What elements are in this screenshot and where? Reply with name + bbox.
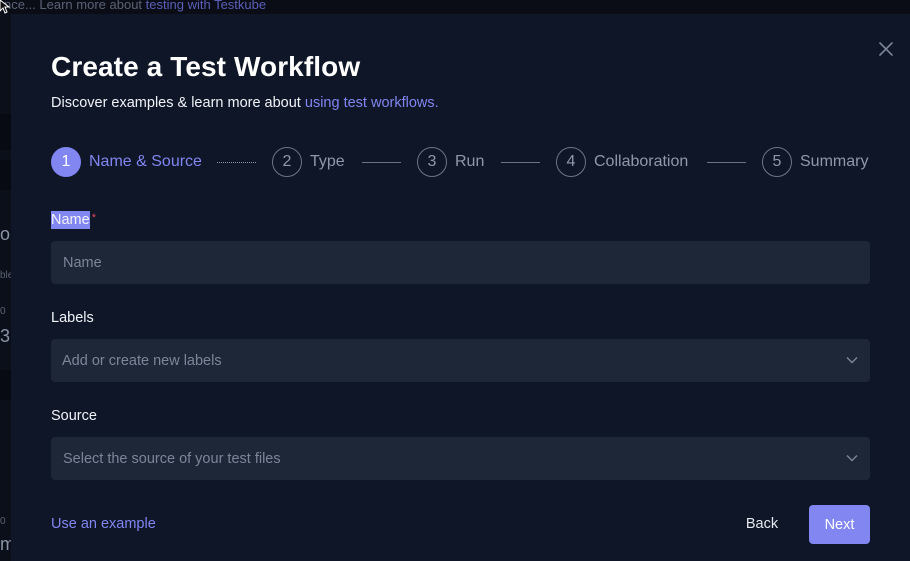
step-number: 4	[556, 147, 586, 177]
step-collaboration[interactable]: 4 Collaboration	[556, 146, 688, 178]
name-input-placeholder: Name	[63, 254, 102, 271]
background-fragment: m	[0, 534, 11, 554]
background-banner-text: nce... Learn more about testing with Tes…	[0, 0, 910, 14]
labels-label: Labels	[51, 310, 94, 326]
required-mark: *	[91, 212, 96, 224]
background-fragment: 3.	[0, 326, 11, 346]
next-button[interactable]: Next	[809, 505, 870, 544]
background-page-fragment: o ble 0 3. 0 m	[0, 14, 11, 561]
background-band	[0, 160, 11, 190]
step-number: 1	[51, 147, 81, 177]
step-label: Collaboration	[594, 153, 689, 170]
step-summary[interactable]: 5 Summary	[762, 146, 868, 178]
docs-link[interactable]: using test workflows.	[305, 95, 439, 111]
step-run[interactable]: 3 Run	[417, 146, 484, 178]
modal-title: Create a Test Workflow	[51, 51, 361, 82]
back-button[interactable]: Back	[732, 505, 792, 543]
labels-select-placeholder: Add or create new labels	[62, 352, 222, 369]
source-label: Source	[51, 408, 97, 424]
create-workflow-modal: Create a Test Workflow Discover examples…	[11, 14, 910, 561]
step-type[interactable]: 2 Type	[272, 146, 345, 178]
step-label: Run	[455, 153, 485, 170]
chevron-down-icon	[846, 455, 858, 462]
step-connector	[217, 162, 256, 163]
labels-select[interactable]: Add or create new labels	[51, 339, 870, 382]
mouse-cursor-icon	[0, 0, 10, 14]
step-label: Type	[310, 153, 345, 170]
close-icon[interactable]	[877, 40, 895, 58]
name-label-text: Name	[51, 211, 90, 229]
modal-subtitle: Discover examples & learn more about usi…	[51, 95, 439, 111]
background-banner-link[interactable]: testing with Testkube	[146, 0, 266, 12]
source-select[interactable]: Select the source of your test files	[51, 437, 870, 480]
step-label: Summary	[800, 153, 869, 170]
background-banner-prefix: nce... Learn more about	[4, 0, 146, 12]
background-fragment: 0	[0, 306, 6, 317]
step-connector	[501, 162, 540, 163]
source-select-placeholder: Select the source of your test files	[63, 450, 281, 467]
step-connector	[362, 162, 401, 163]
step-number: 3	[417, 147, 447, 177]
step-number: 5	[762, 147, 792, 177]
background-fragment: 0	[0, 516, 6, 527]
chevron-down-icon	[846, 357, 858, 364]
subtitle-text: Discover examples & learn more about	[51, 95, 305, 111]
name-label: Name *	[51, 211, 96, 229]
background-fragment: ble	[0, 270, 11, 281]
step-number: 2	[272, 147, 302, 177]
background-band	[0, 370, 11, 400]
background-fragment: o	[0, 224, 11, 244]
step-label: Name & Source	[89, 153, 202, 170]
use-example-link[interactable]: Use an example	[51, 516, 156, 532]
step-name-source[interactable]: 1 Name & Source	[51, 146, 202, 178]
step-connector	[707, 162, 746, 163]
name-input[interactable]: Name	[51, 241, 870, 284]
background-band	[0, 114, 11, 150]
